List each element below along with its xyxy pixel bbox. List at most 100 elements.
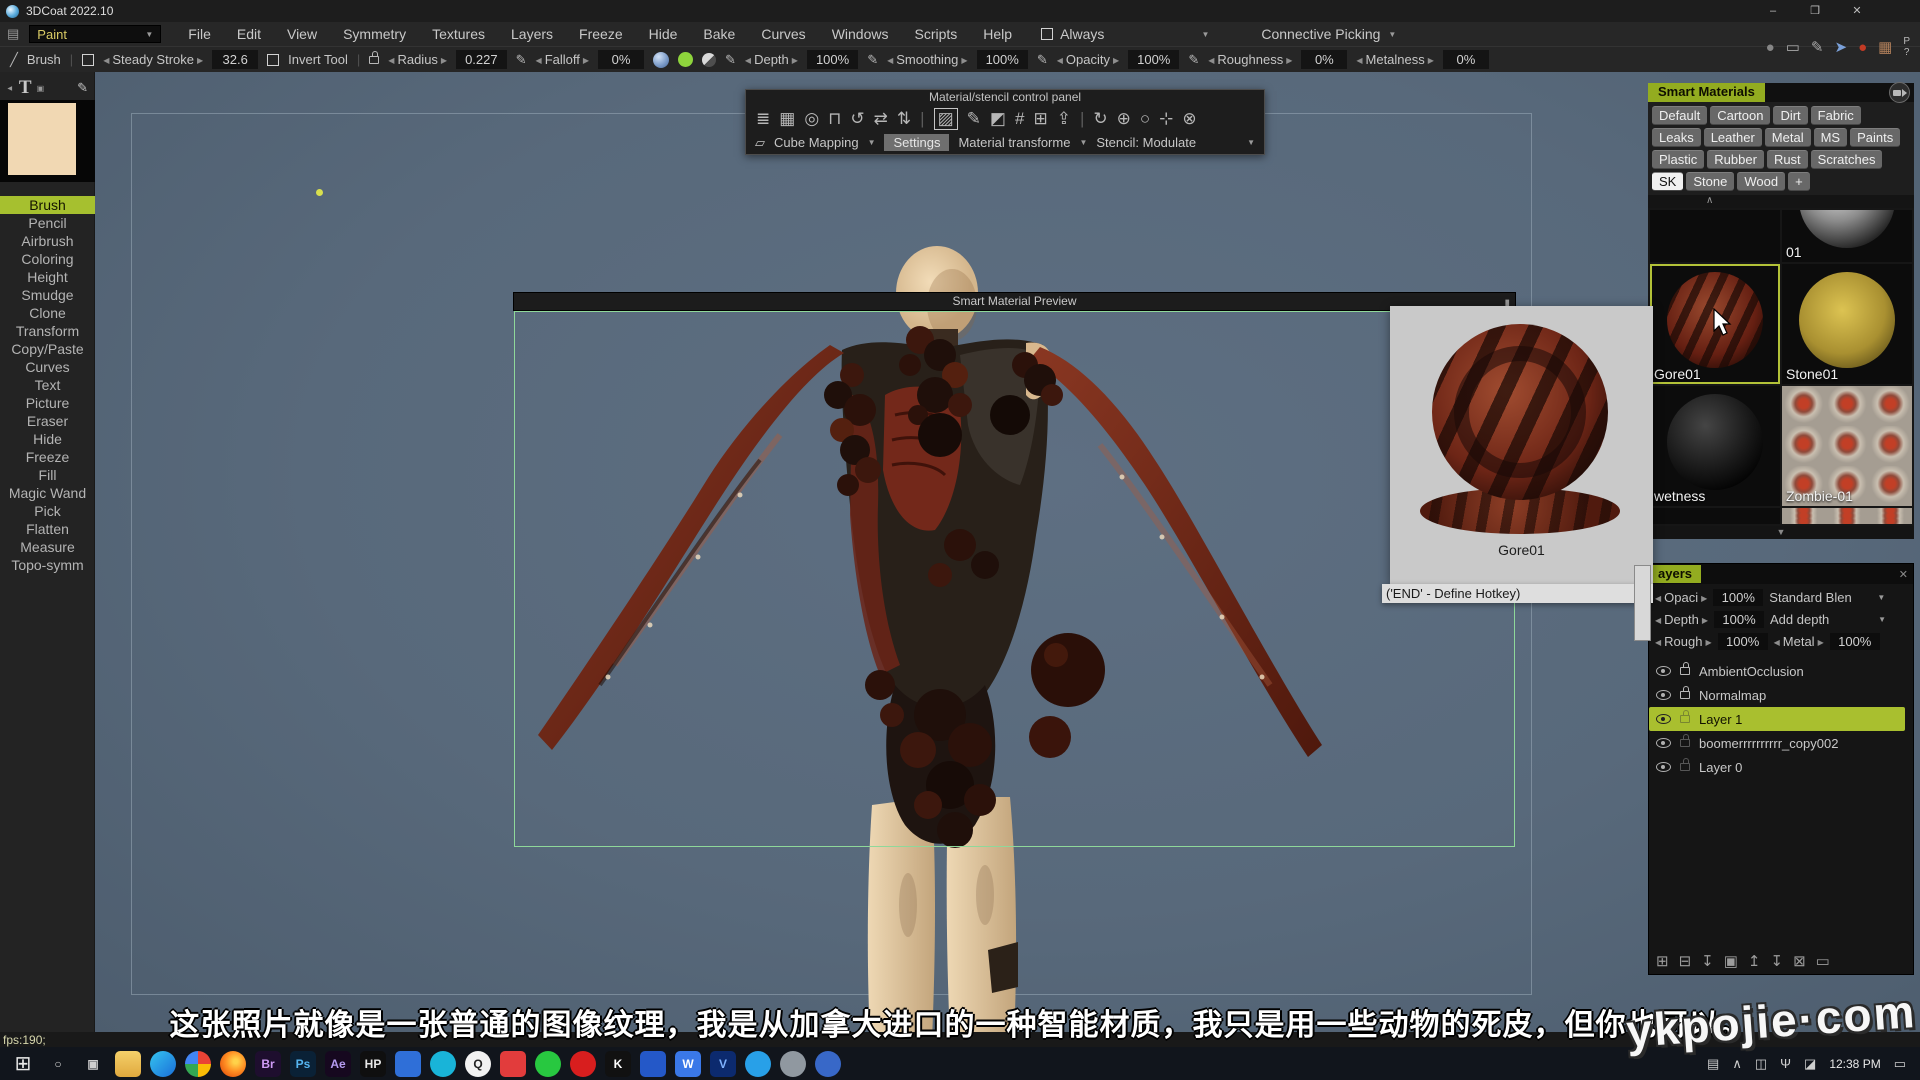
- category-tab[interactable]: MS: [1814, 128, 1848, 147]
- layer-row[interactable]: Normalmap: [1649, 683, 1913, 707]
- category-tab[interactable]: Rubber: [1707, 150, 1764, 169]
- panel-icon[interactable]: ⇪: [1057, 109, 1071, 129]
- layer-depth-label[interactable]: Depth: [1655, 612, 1708, 627]
- tool-item[interactable]: Flatten: [0, 520, 95, 538]
- smart-material-preview-titlebar[interactable]: Smart Material Preview ▮: [513, 292, 1516, 311]
- lock-icon[interactable]: [1680, 715, 1690, 723]
- chevron-down-icon[interactable]: ▼: [868, 138, 876, 147]
- menu-item[interactable]: File: [175, 26, 224, 42]
- roughness-label[interactable]: Roughness: [1208, 52, 1292, 67]
- invert-tool-checkbox[interactable]: [267, 54, 279, 66]
- tool-item[interactable]: Clone: [0, 304, 95, 322]
- tool-item[interactable]: Magic Wand: [0, 484, 95, 502]
- category-tab[interactable]: Paints: [1850, 128, 1900, 147]
- metalness-value[interactable]: 0%: [1443, 50, 1489, 69]
- menu-item[interactable]: Hide: [636, 26, 691, 42]
- tool-item[interactable]: Coloring: [0, 250, 95, 268]
- category-tab[interactable]: Fabric: [1811, 106, 1861, 125]
- room-selector[interactable]: Paint ▼: [29, 25, 161, 43]
- material-thumbnail[interactable]: [1650, 210, 1780, 262]
- menu-item[interactable]: Symmetry: [330, 26, 419, 42]
- taskbar-app-icon[interactable]: ⊞: [10, 1051, 36, 1077]
- tool-item[interactable]: Text: [0, 376, 95, 394]
- app-toolbar-icon[interactable]: ▦: [1878, 38, 1892, 56]
- menu-item[interactable]: Scripts: [901, 26, 970, 42]
- tool-item[interactable]: Transform: [0, 322, 95, 340]
- layer-row[interactable]: boomerrrrrrrrrr_copy002: [1649, 731, 1913, 755]
- menu-item[interactable]: Freeze: [566, 26, 636, 42]
- visibility-eye-icon[interactable]: [1656, 666, 1671, 676]
- radius-label[interactable]: Radius: [388, 52, 447, 67]
- material-thumbnail[interactable]: Stone01: [1782, 264, 1912, 384]
- lock-icon[interactable]: [1680, 739, 1690, 747]
- category-tab[interactable]: Plastic: [1652, 150, 1704, 169]
- smoothing-value[interactable]: 100%: [977, 50, 1028, 69]
- layer-row[interactable]: Layer 1: [1649, 707, 1905, 731]
- tool-item[interactable]: Picture: [0, 394, 95, 412]
- tool-item[interactable]: Brush: [0, 196, 95, 214]
- taskbar-app-icon[interactable]: V: [710, 1051, 736, 1077]
- taskbar-app-icon[interactable]: [570, 1051, 596, 1077]
- taskbar-app-icon[interactable]: [500, 1051, 526, 1077]
- taskbar-app-icon[interactable]: [430, 1051, 456, 1077]
- taskbar-app-icon[interactable]: [220, 1051, 246, 1077]
- tool-item[interactable]: Hide: [0, 430, 95, 448]
- category-tab[interactable]: Cartoon: [1710, 106, 1770, 125]
- category-tab[interactable]: Leather: [1704, 128, 1762, 147]
- tool-item[interactable]: Measure: [0, 538, 95, 556]
- scroll-down-arrow[interactable]: ▼: [1648, 526, 1914, 539]
- taskbar-app-icon[interactable]: [150, 1051, 176, 1077]
- blend-mode-dropdown[interactable]: Standard Blen ▼: [1769, 590, 1887, 605]
- steady-stroke-value[interactable]: 32.6: [212, 50, 258, 69]
- panel-icon[interactable]: ⊕: [1117, 109, 1131, 129]
- panel-icon[interactable]: |: [1080, 109, 1084, 129]
- panel-icon[interactable]: ⊞: [1033, 109, 1047, 129]
- scroll-up-arrow[interactable]: ∧: [1648, 195, 1914, 208]
- taskbar-app-icon[interactable]: ▣: [80, 1051, 106, 1077]
- visibility-eye-icon[interactable]: [1656, 762, 1671, 772]
- notification-icon[interactable]: ▭: [1894, 1056, 1906, 1072]
- tool-item[interactable]: Freeze: [0, 448, 95, 466]
- chevron-down-icon[interactable]: ▼: [1079, 138, 1087, 147]
- panel-icon[interactable]: ▨: [934, 108, 958, 130]
- tool-item[interactable]: Copy/Paste: [0, 340, 95, 358]
- sphere-preview-icon[interactable]: [653, 52, 669, 68]
- mapping-dropdown[interactable]: Cube Mapping: [774, 135, 859, 150]
- material-thumbnail[interactable]: wetness: [1650, 386, 1780, 506]
- layer-tool-icon[interactable]: ⊞: [1656, 952, 1669, 970]
- layer-row[interactable]: AmbientOcclusion: [1649, 659, 1913, 683]
- menu-item[interactable]: View: [274, 26, 330, 42]
- panel-icon[interactable]: ≣: [756, 109, 770, 129]
- lock-icon[interactable]: [369, 56, 379, 64]
- taskbar-app-icon[interactable]: Ps: [290, 1051, 316, 1077]
- text-tool-icon[interactable]: T: [19, 77, 32, 99]
- layer-rough-label[interactable]: Rough: [1655, 634, 1712, 649]
- taskbar-app-icon[interactable]: Br: [255, 1051, 281, 1077]
- layer-tool-icon[interactable]: ↥: [1748, 952, 1761, 970]
- category-tab[interactable]: Default: [1652, 106, 1707, 125]
- panel-icon[interactable]: ○: [1140, 109, 1150, 129]
- taskbar-app-icon[interactable]: HP: [360, 1051, 386, 1077]
- depth-value[interactable]: 100%: [807, 50, 858, 69]
- material-thumbnail[interactable]: [1650, 508, 1780, 524]
- tray-icon[interactable]: ∧: [1732, 1056, 1742, 1072]
- taskbar-app-icon[interactable]: [535, 1051, 561, 1077]
- p-help-icons[interactable]: P?: [1903, 36, 1910, 58]
- material-transform-dropdown[interactable]: Material transforme: [958, 135, 1070, 150]
- chevron-down-icon[interactable]: ▼: [1388, 30, 1396, 39]
- tool-item[interactable]: Height: [0, 268, 95, 286]
- close-icon[interactable]: ✕: [1899, 568, 1908, 581]
- layer-tool-icon[interactable]: ⊠: [1793, 952, 1806, 970]
- material-thumbnail[interactable]: 01: [1782, 210, 1912, 262]
- layer-tool-icon[interactable]: ▭: [1816, 952, 1830, 970]
- smart-materials-tab[interactable]: Smart Materials: [1648, 83, 1765, 102]
- color-swatch-icon[interactable]: [678, 52, 693, 67]
- app-toolbar-icon[interactable]: ✎: [1811, 38, 1824, 56]
- layer-opacity-label[interactable]: Opaci: [1655, 590, 1707, 605]
- taskbar-app-icon[interactable]: [815, 1051, 841, 1077]
- category-tab[interactable]: +: [1788, 172, 1810, 191]
- layer-row[interactable]: Layer 0: [1649, 755, 1913, 779]
- menu-item[interactable]: Layers: [498, 26, 566, 42]
- menu-item[interactable]: Edit: [224, 26, 274, 42]
- tool-item[interactable]: Smudge: [0, 286, 95, 304]
